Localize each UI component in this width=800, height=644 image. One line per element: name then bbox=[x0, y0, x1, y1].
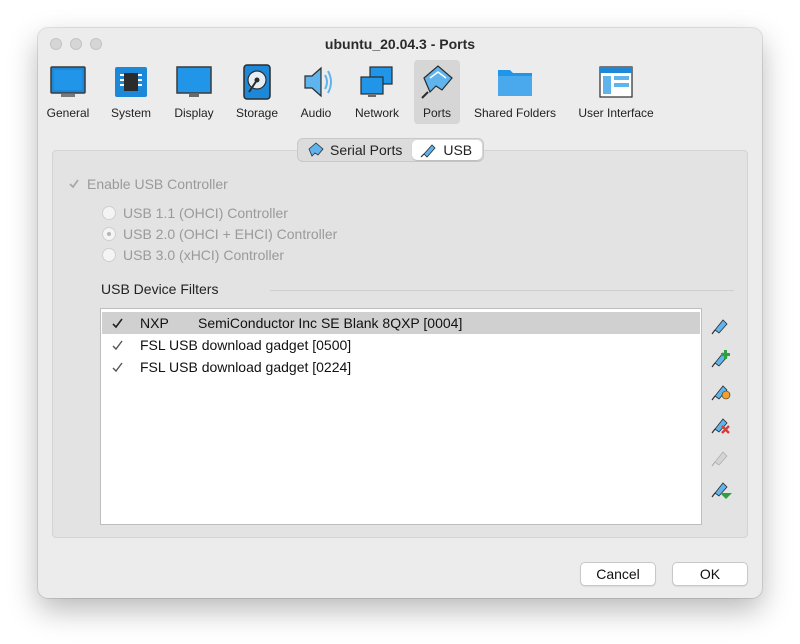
radio-usb11[interactable]: USB 1.1 (OHCI) Controller bbox=[102, 205, 288, 221]
network-icon bbox=[360, 66, 393, 97]
tab-display[interactable]: Display bbox=[168, 60, 220, 124]
tab-label: Display bbox=[174, 106, 214, 120]
settings-window: ubuntu_20.04.3 - Ports General System Di… bbox=[38, 28, 762, 598]
settings-toolbar: General System Display Storage Audio Net… bbox=[38, 58, 762, 126]
tab-serial-ports-label: Serial Ports bbox=[330, 142, 403, 158]
list-item[interactable]: NXP SemiConductor Inc SE Blank 8QXP [000… bbox=[102, 312, 700, 334]
ui-icon bbox=[599, 66, 633, 98]
radio-usb20[interactable]: USB 2.0 (OHCI + EHCI) Controller bbox=[102, 226, 337, 242]
usb-filter-list[interactable]: NXP SemiConductor Inc SE Blank 8QXP [000… bbox=[100, 308, 702, 525]
filter-name: FSL USB download gadget [0500] bbox=[140, 337, 352, 353]
tab-network[interactable]: Network bbox=[350, 60, 404, 124]
move-down-filter-button[interactable] bbox=[710, 479, 732, 501]
list-item[interactable]: FSL USB download gadget [0224] bbox=[102, 356, 700, 378]
radio-label: USB 2.0 (OHCI + EHCI) Controller bbox=[123, 226, 338, 242]
serial-port-icon bbox=[308, 142, 324, 157]
tab-label: Ports bbox=[422, 106, 451, 120]
checkmark-icon bbox=[112, 362, 123, 372]
usb-filter-edit-icon bbox=[711, 319, 728, 335]
tab-storage[interactable]: Storage bbox=[232, 60, 282, 124]
checkmark-icon bbox=[68, 178, 80, 190]
usb-filter-add-icon bbox=[711, 350, 730, 368]
usb-filter-remove-icon bbox=[711, 418, 730, 434]
ports-tab-control: Serial Ports USB bbox=[297, 138, 485, 162]
usb-icon bbox=[420, 144, 436, 158]
tab-ports[interactable]: Ports bbox=[414, 60, 460, 124]
tab-label: Storage bbox=[235, 106, 279, 120]
radio-label: USB 1.1 (OHCI) Controller bbox=[123, 205, 288, 221]
edit-filter-button[interactable] bbox=[710, 314, 732, 336]
disk-icon bbox=[243, 64, 271, 100]
filter-name: FSL USB download gadget [0224] bbox=[140, 359, 352, 375]
filter-checkbox[interactable] bbox=[111, 317, 124, 330]
tab-label: Network bbox=[354, 106, 399, 120]
chip-icon bbox=[115, 67, 147, 97]
tab-serial-ports[interactable]: Serial Ports bbox=[299, 140, 412, 160]
section-divider bbox=[270, 290, 734, 291]
monitor-icon bbox=[176, 66, 212, 97]
tab-general[interactable]: General bbox=[42, 60, 94, 124]
filter-checkbox[interactable] bbox=[111, 361, 124, 374]
add-filter-button[interactable] bbox=[710, 347, 732, 369]
add-from-device-button[interactable] bbox=[710, 380, 732, 402]
checkmark-icon bbox=[112, 318, 123, 328]
checkmark-icon bbox=[112, 340, 123, 350]
remove-filter-button[interactable] bbox=[710, 413, 732, 435]
tab-label: User Interface bbox=[578, 106, 654, 120]
radio-indicator bbox=[102, 227, 116, 241]
tab-usb[interactable]: USB bbox=[412, 140, 483, 160]
radio-usb30[interactable]: USB 3.0 (xHCI) Controller bbox=[102, 247, 284, 263]
radio-indicator bbox=[102, 248, 116, 262]
tab-label: Shared Folders bbox=[473, 106, 557, 120]
radio-indicator bbox=[102, 206, 116, 220]
window-title: ubuntu_20.04.3 - Ports bbox=[324, 36, 476, 52]
filter-checkbox[interactable] bbox=[111, 339, 124, 352]
usb-filter-move-up-icon bbox=[711, 451, 728, 467]
speaker-icon bbox=[304, 66, 332, 98]
tab-label: Audio bbox=[300, 106, 332, 120]
ports-icon bbox=[421, 65, 453, 99]
filter-vendor: NXP bbox=[140, 315, 169, 331]
tab-shared-folders[interactable]: Shared Folders bbox=[470, 60, 560, 124]
ok-button[interactable]: OK bbox=[672, 562, 748, 586]
tab-audio[interactable]: Audio bbox=[292, 60, 340, 124]
tab-usb-label: USB bbox=[443, 142, 473, 158]
title-bar: ubuntu_20.04.3 - Ports bbox=[38, 28, 762, 58]
radio-label: USB 3.0 (xHCI) Controller bbox=[123, 247, 285, 263]
tab-label: General bbox=[46, 106, 90, 120]
general-icon bbox=[50, 66, 86, 97]
filter-name: SemiConductor Inc SE Blank 8QXP [0004] bbox=[198, 315, 463, 331]
tab-label: System bbox=[110, 106, 151, 120]
tab-user-interface[interactable]: User Interface bbox=[574, 60, 658, 124]
folder-icon bbox=[498, 70, 532, 96]
tab-system[interactable]: System bbox=[106, 60, 156, 124]
usb-filter-move-down-icon bbox=[711, 482, 732, 499]
enable-usb-label: Enable USB Controller bbox=[87, 176, 228, 192]
usb-filter-add-from-device-icon bbox=[711, 385, 731, 401]
list-item[interactable]: FSL USB download gadget [0500] bbox=[102, 334, 700, 356]
move-up-filter-button[interactable] bbox=[710, 446, 732, 468]
usb-filters-title: USB Device Filters bbox=[101, 281, 219, 297]
cancel-button[interactable]: Cancel bbox=[580, 562, 656, 586]
enable-usb-checkbox[interactable]: Enable USB Controller bbox=[68, 176, 228, 192]
